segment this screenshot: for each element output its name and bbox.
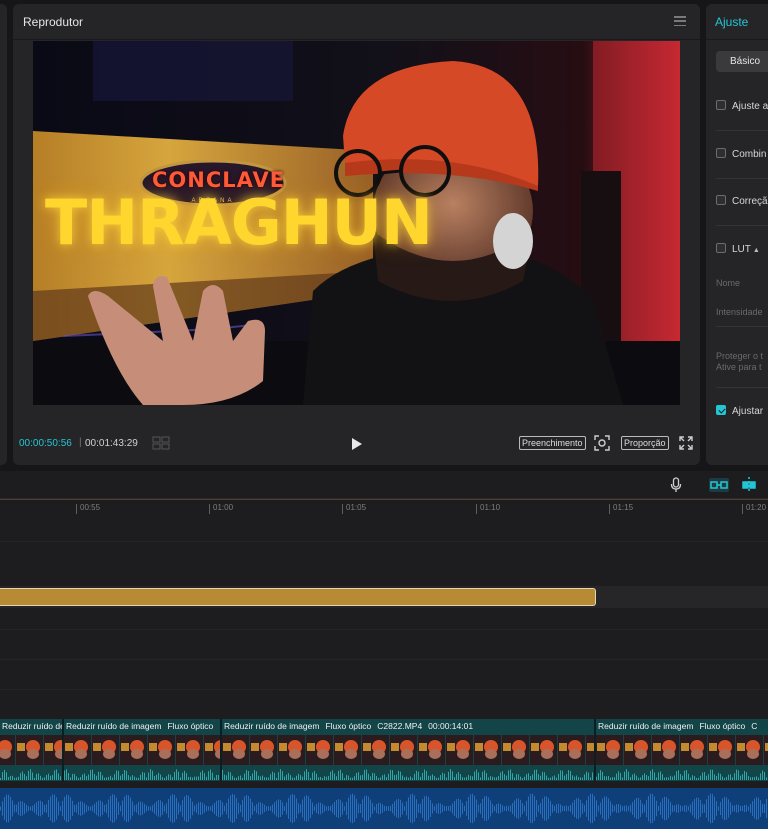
adjust-header: Ajuste [706, 4, 768, 40]
player-title: Reprodutor [23, 15, 84, 29]
clip-labels: Reduzir ruído de imagem Fluxo óptico C [598, 721, 763, 734]
aspect-ratio-button[interactable]: Proporção [621, 436, 669, 450]
menu-icon[interactable] [674, 16, 686, 27]
checkbox[interactable] [716, 243, 726, 253]
checkbox[interactable] [716, 148, 726, 158]
video-overlay-title: THRAGHUN [45, 186, 433, 259]
clip-waveform [596, 766, 768, 781]
mic-icon[interactable] [670, 477, 682, 493]
clip-effect-label: Fluxo óptico [325, 721, 372, 731]
audio-waveform [0, 793, 767, 824]
divider [716, 178, 768, 179]
clip-waveform [0, 766, 62, 781]
left-panel-edge [0, 4, 7, 465]
fullscreen-icon[interactable] [679, 436, 693, 450]
video-preview[interactable]: CONCLAVE ARCANA THRAGHUN [33, 41, 680, 405]
player-header: Reprodutor [13, 4, 700, 40]
timecode-total: 00:01:43:29 [85, 438, 138, 449]
fill-mode-button[interactable]: Preenchimento [519, 436, 586, 450]
timeline-toolbar [0, 471, 768, 499]
adjust-item-combine[interactable]: Combin [716, 148, 766, 162]
video-clip[interactable]: Reduzir ruído de i [0, 719, 64, 781]
protect-label: Proteger o t [716, 351, 764, 361]
clip-effect-label: Fluxo óptico [167, 721, 214, 731]
checkbox-checked[interactable] [716, 405, 726, 415]
clip-effect-label: Reduzir ruído de imagem [598, 721, 694, 731]
player-controls: 00:00:50:56 | 00:01:43:29 Preenchimento … [13, 429, 700, 459]
track-divider [0, 541, 768, 542]
timecode-current: 00:00:50:56 [19, 438, 72, 449]
adjust-panel: Ajuste Básico Ajuste a Combin Correçã LU… [706, 4, 768, 465]
clip-filename: C2822.MP4 [377, 721, 423, 731]
ruler-tick [209, 504, 210, 514]
clip-labels: Reduzir ruído de i [2, 721, 64, 734]
ruler-label: 01:10 [480, 503, 501, 512]
clip-effect-label: Reduzir ruído de imagem [66, 721, 162, 731]
adjust-title[interactable]: Ajuste [715, 15, 748, 29]
snap-icon[interactable] [740, 476, 758, 494]
divider [716, 225, 768, 226]
ruler-label: 01:05 [346, 503, 367, 512]
ruler-label: 01:00 [213, 503, 234, 512]
video-clip[interactable]: Reduzir ruído de imagem Fluxo óptico C2822… [222, 719, 596, 781]
grid-icon[interactable] [152, 436, 170, 450]
track-divider [0, 629, 768, 630]
main-video-track: Reduzir ruído de i Reduzir ruído de imag… [0, 719, 768, 781]
ruler-tick [342, 504, 343, 514]
ruler-tick [742, 504, 743, 514]
clip-waveform [64, 766, 220, 781]
track-divider [0, 659, 768, 660]
focus-icon[interactable] [594, 435, 610, 451]
video-clip[interactable]: Reduzir ruído de imagem Fluxo óptico [64, 719, 222, 781]
checkbox[interactable] [716, 100, 726, 110]
overlay-clip[interactable] [0, 588, 596, 606]
adjust-item-adjust[interactable]: Ajustar [716, 405, 763, 419]
link-icon[interactable] [709, 478, 729, 492]
clip-effect-label: Reduzir ruído de i [2, 721, 64, 731]
ruler-tick [609, 504, 610, 514]
play-icon[interactable] [351, 437, 363, 451]
clip-labels: Reduzir ruído de imagem Fluxo óptico [66, 721, 219, 734]
clip-labels: Reduzir ruído de imagem Fluxo óptico C2822… [224, 721, 479, 734]
caret-up-icon[interactable]: ▲ [753, 247, 760, 254]
ruler-label: 01:20 [746, 503, 767, 512]
lut-name-label: Nome [716, 278, 741, 288]
ruler-label: 00:55 [80, 503, 101, 512]
tab-basic[interactable]: Básico [716, 51, 768, 72]
clip-thumbnails [596, 735, 768, 765]
clip-thumbnails [64, 735, 220, 765]
adjust-item-auto[interactable]: Ajuste a [716, 100, 768, 114]
clip-thumbnails [0, 735, 62, 765]
clip-waveform [222, 766, 594, 781]
adjust-item-correction[interactable]: Correçã [716, 195, 768, 209]
checkbox[interactable] [716, 195, 726, 205]
video-clip[interactable]: Reduzir ruído de imagem Fluxo óptico C [596, 719, 768, 781]
player-panel: Reprodutor CONCLAVE ARCANA THRAGHUN 00:0… [13, 4, 700, 465]
clip-duration: 00:00:14:01 [428, 721, 474, 731]
ruler-tick [76, 504, 77, 514]
timeline: 00:55 01:00 01:05 01:10 01:15 01:20 Redu… [0, 471, 768, 829]
clip-effect-label: Reduzir ruído de imagem [224, 721, 320, 731]
clip-thumbnails [222, 735, 594, 765]
timeline-ruler[interactable]: 00:55 01:00 01:05 01:10 01:15 01:20 [0, 499, 768, 517]
clip-effect-label: Fluxo óptico [699, 721, 746, 731]
lut-intensity-label: Intensidade [716, 307, 763, 317]
clip-filename: C [751, 721, 758, 731]
ruler-tick [476, 504, 477, 514]
protect-hint: Ative para t [716, 362, 762, 372]
divider [716, 387, 768, 388]
divider [716, 130, 768, 131]
ruler-label: 01:15 [613, 503, 634, 512]
divider [716, 326, 768, 327]
track-divider [0, 689, 768, 690]
audio-track[interactable] [0, 788, 768, 829]
adjust-item-lut[interactable]: LUT ▲ [716, 243, 760, 257]
timecode-separator: | [79, 437, 82, 448]
